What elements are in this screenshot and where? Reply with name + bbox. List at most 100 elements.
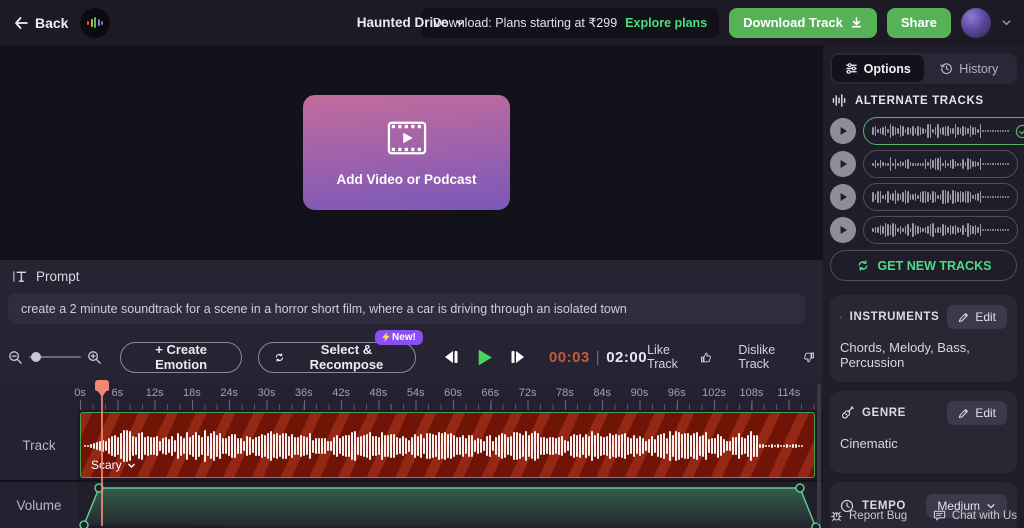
zoom-out-icon[interactable] [8, 350, 23, 365]
playback-toolbar: + Create Emotion Select & Recompose New! [8, 338, 815, 376]
add-video-label: Add Video or Podcast [336, 172, 476, 187]
create-emotion-label: + Create Emotion [136, 342, 226, 372]
ruler-label: 30s [258, 387, 276, 399]
select-recompose-label: Select & Recompose [293, 342, 400, 372]
tab-options-label: Options [864, 62, 911, 76]
clip-emotion-dropdown[interactable]: Scary [91, 458, 136, 472]
back-arrow-icon [12, 15, 28, 31]
top-bar: Back Haunted Drive Download: Plans start… [0, 0, 1024, 45]
alternate-tracks-header: ALTERNATE TRACKS [832, 94, 1015, 107]
track-waveform [872, 189, 1009, 205]
bug-icon [830, 509, 843, 522]
alternate-tracks-title: ALTERNATE TRACKS [855, 95, 984, 107]
zoom-slider[interactable] [29, 356, 81, 358]
audio-clip[interactable]: Scary [80, 412, 815, 478]
like-track-label: Like Track [647, 343, 692, 371]
sidebar-tabs: Options History [830, 53, 1017, 84]
zoom-control [8, 350, 102, 365]
alternate-track-row [830, 117, 1017, 145]
report-bug-button[interactable]: Report Bug [830, 509, 907, 522]
waveform-icon [832, 94, 847, 107]
play-icon[interactable] [475, 348, 494, 367]
history-icon [940, 62, 953, 75]
zoom-slider-knob[interactable] [31, 352, 41, 362]
play-track-button[interactable] [830, 217, 856, 243]
dislike-track-label: Dislike Track [738, 343, 795, 371]
timeline-scrollbar[interactable] [817, 384, 821, 524]
text-icon [12, 269, 27, 284]
like-track-button[interactable]: Like Track [647, 343, 712, 371]
track-waveform-pill[interactable] [863, 183, 1018, 211]
ruler-label: 108s [739, 387, 763, 399]
project-title: Haunted Drive [357, 15, 449, 30]
get-new-tracks-label: GET NEW TRACKS [878, 259, 992, 273]
back-button[interactable]: Back [12, 15, 68, 31]
create-emotion-button[interactable]: + Create Emotion [120, 342, 242, 373]
ruler-label: 60s [444, 387, 462, 399]
play-track-button[interactable] [830, 184, 856, 210]
project-title-dropdown[interactable]: Haunted Drive [357, 15, 466, 30]
instruments-title: INSTRUMENTS [850, 311, 940, 323]
ruler-label: 96s [668, 387, 686, 399]
chat-with-us-button[interactable]: Chat with Us [933, 509, 1017, 522]
ruler-label: 102s [702, 387, 726, 399]
prompt-input[interactable] [8, 293, 805, 324]
tab-history[interactable]: History [924, 55, 1016, 82]
get-new-tracks-button[interactable]: GET NEW TRACKS [830, 250, 1017, 281]
chevron-down-icon [127, 461, 136, 470]
ruler-label: 114s [777, 387, 800, 399]
skip-forward-icon[interactable] [509, 349, 527, 365]
download-track-label: Download Track [743, 15, 843, 30]
play-track-button[interactable] [830, 118, 856, 144]
transport-controls [442, 348, 527, 367]
timecode: 00:03 | 02:00 [549, 349, 647, 366]
track-waveform [872, 123, 1009, 139]
skip-back-icon[interactable] [442, 349, 460, 365]
share-button[interactable]: Share [887, 8, 951, 38]
download-track-button[interactable]: Download Track [729, 8, 877, 38]
ruler-label: 24s [220, 387, 238, 399]
user-avatar[interactable] [961, 8, 991, 38]
volume-handle[interactable] [796, 484, 804, 492]
ruler-label: 90s [631, 387, 649, 399]
account-chevron-down-icon[interactable] [1001, 17, 1012, 28]
ruler-label: 36s [295, 387, 313, 399]
alternate-track-row [830, 216, 1017, 244]
right-sidebar: Options History ALTERNATE TRACKS [823, 45, 1024, 528]
volume-handle[interactable] [80, 521, 88, 528]
sidebar-footer: Report Bug Chat with Us [830, 509, 1017, 522]
plans-promo-banner: Download: Plans starting at ₹299 Explore… [421, 8, 719, 38]
back-label: Back [35, 15, 68, 31]
chat-with-us-label: Chat with Us [952, 510, 1017, 522]
volume-handle[interactable] [95, 484, 103, 492]
prompt-label: Prompt [36, 269, 80, 284]
add-video-or-podcast-card[interactable]: Add Video or Podcast [303, 95, 510, 210]
track-waveform-pill[interactable] [863, 150, 1018, 178]
track-waveform-pill-selected[interactable] [863, 117, 1024, 145]
explore-plans-link[interactable]: Explore plans [625, 16, 707, 30]
zoom-in-icon[interactable] [87, 350, 102, 365]
thumbs-down-icon [803, 350, 815, 365]
track-waveform-pill[interactable] [863, 216, 1018, 244]
guitar-icon [840, 406, 854, 420]
total-time: 02:00 [606, 349, 647, 366]
report-bug-label: Report Bug [849, 510, 907, 522]
track-waveform [872, 222, 1009, 238]
play-icon [838, 126, 848, 136]
volume-lane: Volume [0, 482, 823, 528]
edit-genre-button[interactable]: Edit [947, 401, 1007, 425]
selected-check-icon [1015, 124, 1024, 139]
edit-instruments-button[interactable]: Edit [947, 305, 1007, 329]
pencil-icon [958, 312, 969, 323]
select-recompose-button[interactable]: Select & Recompose New! [258, 342, 416, 373]
play-icon [838, 159, 848, 169]
ruler-label: 72s [519, 387, 537, 399]
timeline-ruler[interactable]: 0s6s12s18s24s30s36s42s48s54s60s66s72s78s… [0, 380, 823, 410]
volume-envelope[interactable] [0, 482, 823, 528]
dislike-track-button[interactable]: Dislike Track [738, 343, 815, 371]
play-track-button[interactable] [830, 151, 856, 177]
edit-label: Edit [975, 406, 996, 420]
chevron-down-icon [454, 17, 465, 28]
tab-options[interactable]: Options [832, 55, 924, 82]
ruler-label: 66s [481, 387, 499, 399]
